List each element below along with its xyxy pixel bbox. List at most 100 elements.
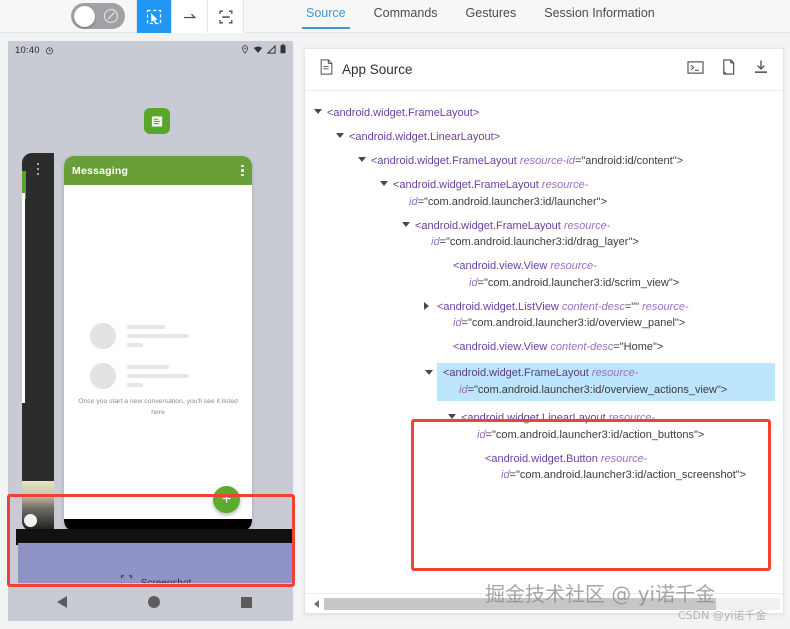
select-element-icon	[146, 9, 162, 25]
chevron-down-icon[interactable]	[336, 133, 344, 138]
battery-icon	[280, 44, 286, 56]
tree-node[interactable]: <android.view.View content-desc="Home">	[453, 339, 775, 356]
messaging-app-card[interactable]: Messaging Once you start a new conversat…	[64, 156, 252, 531]
device-status-bar: 10:40	[8, 41, 293, 59]
messaging-app-bar: Messaging	[64, 156, 252, 185]
messaging-card-body: Once you start a new conversation, you'l…	[64, 185, 252, 531]
placeholder-lines	[127, 323, 189, 347]
tab-gestures[interactable]: Gestures	[452, 3, 531, 29]
scroll-left-arrow-icon[interactable]	[308, 596, 324, 612]
tab-source[interactable]: Source	[292, 3, 360, 29]
tree-node[interactable]: <android.widget.Button resource- id="com…	[485, 451, 775, 484]
tab-session-information[interactable]: Session Information	[530, 3, 668, 29]
tree-node-value: ="com.android.launcher3:id/overview_pane…	[461, 317, 686, 329]
chevron-down-icon[interactable]	[448, 414, 456, 419]
tree-node-attr: content-desc	[561, 300, 625, 313]
tree-node-tag: <android.widget.FrameLayout	[371, 155, 517, 167]
tab-gestures-label: Gestures	[465, 6, 517, 20]
download-icon[interactable]	[753, 59, 769, 80]
tab-commands[interactable]: Commands	[360, 3, 452, 29]
chevron-down-icon[interactable]	[380, 181, 388, 186]
source-tree[interactable]: <android.widget.FrameLayout> <android.wi…	[305, 91, 783, 591]
device-power-toggle[interactable]	[71, 3, 125, 29]
tab-bar: Source Commands Gestures Session Informa…	[292, 0, 669, 33]
tree-node-tag: <android.widget.ListView	[437, 300, 559, 313]
tree-node-selected[interactable]: <android.widget.FrameLayout resource- id…	[425, 363, 775, 401]
tree-node[interactable]: <android.view.View resource- id="com.and…	[453, 258, 775, 291]
tree-node-value: ="com.android.launcher3:id/action_button…	[485, 428, 705, 441]
tool-button-group	[136, 0, 244, 33]
tap-by-coordinates-button[interactable]	[208, 0, 244, 33]
chevron-down-icon[interactable]	[402, 221, 410, 227]
tree-node[interactable]: <android.widget.FrameLayout>	[314, 105, 775, 122]
tree-node-attr-cont: id	[477, 428, 486, 441]
back-icon[interactable]	[56, 596, 67, 608]
location-icon	[241, 44, 249, 56]
tree-node-tag: <android.view.View	[453, 341, 548, 353]
wifi-icon	[253, 45, 263, 56]
home-icon[interactable]	[147, 596, 160, 608]
tree-node-value: ="com.android.launcher3:id/action_screen…	[509, 469, 747, 481]
tree-node-attr-cont: id	[459, 383, 468, 396]
alarm-icon	[45, 46, 54, 55]
device-screenshot-panel[interactable]: 10:40 Messaging Once you start a new con…	[8, 41, 293, 621]
copy-icon[interactable]	[721, 59, 736, 80]
select-element-button[interactable]	[136, 0, 172, 33]
app-source-panel: App Source <android.widget.FrameLayout> …	[304, 48, 784, 614]
chevron-down-icon[interactable]	[358, 157, 366, 162]
conversation-placeholder-row	[90, 363, 189, 389]
tree-node-attr: resource-	[550, 260, 597, 272]
tree-node-attr-cont: id	[469, 276, 478, 289]
power-off-icon	[104, 9, 118, 23]
tree-node-attr: resource-	[600, 452, 648, 465]
device-navigation-bar	[16, 583, 293, 621]
tree-node[interactable]: <android.widget.FrameLayout resource- id…	[402, 218, 775, 251]
tree-node-attr: resource-	[563, 219, 611, 232]
tree-node-attr-cont: id	[453, 317, 462, 329]
adjacent-card-body	[22, 193, 25, 403]
adjacent-card-menu-icon	[37, 163, 40, 176]
messaging-title: Messaging	[72, 164, 129, 177]
chevron-down-icon[interactable]	[425, 370, 433, 375]
recents-icon[interactable]	[241, 596, 253, 608]
tree-node-value: ="Home">	[613, 341, 664, 353]
adjacent-app-card[interactable]	[22, 153, 54, 531]
app-source-header: App Source	[305, 49, 783, 91]
tree-node-tag: <android.view.View	[453, 260, 548, 272]
tree-node[interactable]: <android.widget.ListView content-desc=""…	[424, 299, 775, 332]
console-icon[interactable]	[687, 60, 704, 80]
tree-node[interactable]: <android.widget.LinearLayout>	[336, 129, 775, 146]
tree-node[interactable]: <android.widget.FrameLayout resource- id…	[380, 177, 775, 210]
tree-node-tag: <android.widget.LinearLayout>	[349, 131, 501, 143]
tree-node-tag: <android.widget.FrameLayout	[443, 367, 589, 379]
tap-icon	[218, 9, 234, 25]
tree-node[interactable]: <android.widget.LinearLayout resource- i…	[448, 410, 775, 443]
chevron-right-icon[interactable]	[424, 301, 429, 310]
tree-node-attr: resource-	[541, 179, 589, 191]
tree-node-attr-cont: id	[409, 195, 418, 208]
tree-node[interactable]: <android.widget.FrameLayout resource-id=…	[358, 153, 775, 170]
tab-commands-label: Commands	[373, 6, 438, 20]
tree-node-attr: resource-	[608, 412, 656, 424]
new-conversation-fab[interactable]: +	[213, 486, 240, 513]
avatar	[90, 363, 116, 389]
messaging-app-icon	[144, 108, 170, 134]
tree-node-value: ="com.android.launcher3:id/launcher">	[417, 195, 607, 208]
swipe-by-coordinates-button[interactable]	[172, 0, 208, 33]
watermark-main: 掘金技术社区 @ yi诺千金	[485, 582, 716, 606]
status-bar-icons	[241, 44, 286, 56]
toolbar: Source Commands Gestures Session Informa…	[0, 0, 790, 33]
status-bar-time: 10:40	[15, 44, 40, 56]
tree-node-value: ="android:id/content">	[574, 155, 684, 167]
placeholder-lines	[127, 363, 189, 387]
tree-node-tag: <android.widget.Button	[485, 452, 598, 465]
file-icon	[319, 59, 334, 80]
overflow-menu-icon[interactable]	[241, 164, 244, 177]
tree-node-value: ="com.android.launcher3:id/scrim_view">	[477, 276, 680, 289]
tree-node-attr-cont: id	[501, 469, 510, 481]
conversation-placeholder-row	[90, 323, 189, 349]
signal-icon	[266, 44, 276, 56]
tree-node-tag: <android.widget.FrameLayout	[393, 179, 539, 191]
tree-node-attr: resource-	[591, 367, 639, 379]
chevron-down-icon[interactable]	[314, 109, 322, 114]
